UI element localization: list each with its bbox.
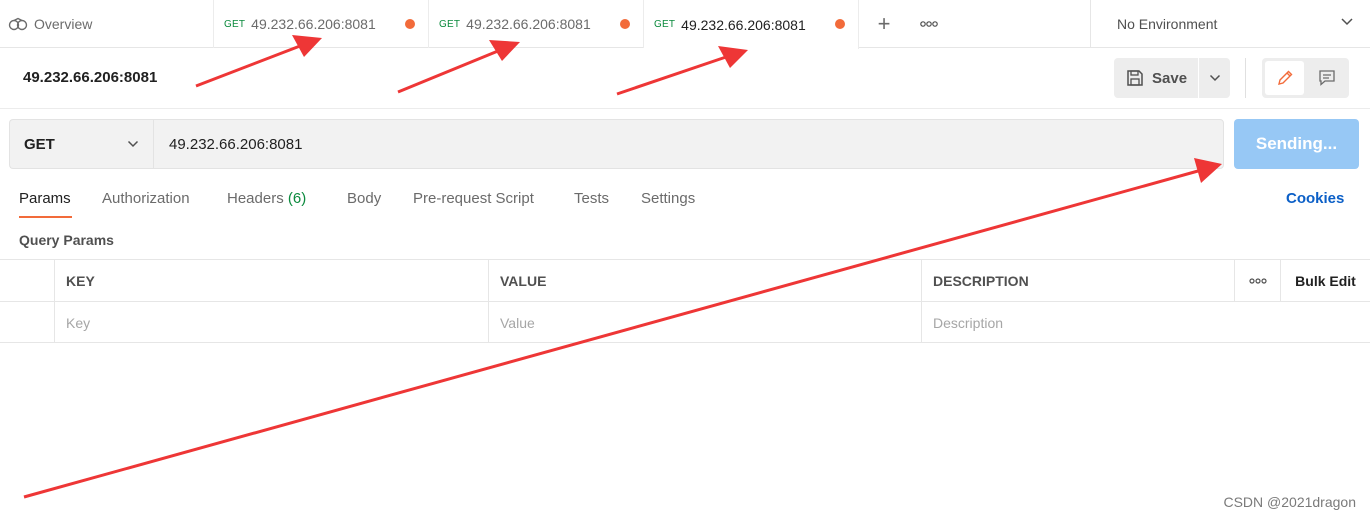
tab-headers-label: Headers [227, 190, 284, 207]
mode-toggle-group [1262, 58, 1349, 98]
edit-mode-button[interactable] [1265, 61, 1304, 95]
tab-pre-request-script[interactable]: Pre-request Script [413, 190, 534, 207]
headers-count: (6) [287, 190, 307, 207]
request-tab-3-active[interactable]: GET 49.232.66.206:8081 [644, 0, 859, 49]
tab-overview-label: Overview [34, 16, 93, 32]
column-description: DESCRIPTION [921, 260, 1234, 301]
method-value: GET [24, 135, 55, 153]
bulk-edit-button[interactable]: Bulk Edit [1280, 260, 1370, 301]
url-input[interactable]: 49.232.66.206:8081 [153, 119, 1224, 169]
request-subtabs: Params Authorization Headers (6) Body Pr… [0, 180, 1370, 220]
save-button[interactable]: Save [1114, 58, 1198, 98]
tab-tests[interactable]: Tests [574, 190, 609, 207]
tab-method: GET [224, 18, 246, 30]
query-params-title: Query Params [19, 232, 114, 248]
column-options-icon[interactable] [1234, 260, 1280, 301]
tab-bar: Overview GET 49.232.66.206:8081 GET 49.2… [0, 0, 1370, 49]
table-header-row: KEY VALUE DESCRIPTION Bulk Edit [0, 260, 1370, 302]
tab-url: 49.232.66.206:8081 [681, 16, 806, 33]
tab-headers[interactable]: Headers (6) [227, 190, 306, 207]
environment-label: No Environment [1117, 16, 1218, 32]
key-input[interactable]: Key [54, 302, 488, 343]
more-tabs-icon[interactable] [918, 0, 940, 48]
save-label: Save [1152, 69, 1188, 87]
tab-url: 49.232.66.206:8081 [251, 16, 376, 32]
tab-body[interactable]: Body [347, 190, 381, 207]
column-key: KEY [54, 260, 488, 301]
request-header: 49.232.66.206:8081 Save [0, 49, 1370, 109]
watermark: CSDN @2021dragon [1223, 494, 1356, 510]
tab-settings[interactable]: Settings [641, 190, 695, 207]
column-value: VALUE [488, 260, 921, 301]
new-tab-plus-icon[interactable]: + [874, 0, 894, 48]
save-icon [1127, 70, 1143, 86]
chevron-down-icon [127, 140, 139, 148]
save-options-button[interactable] [1199, 58, 1230, 98]
environment-selector[interactable]: No Environment [1090, 0, 1370, 48]
value-input[interactable]: Value [488, 302, 921, 343]
chevron-down-icon [1341, 18, 1353, 26]
cookies-link[interactable]: Cookies [1286, 190, 1344, 207]
request-tab-1[interactable]: GET 49.232.66.206:8081 [214, 0, 429, 48]
unsaved-dot-icon [835, 19, 845, 29]
tab-method: GET [439, 18, 461, 30]
divider [1245, 58, 1246, 98]
send-button[interactable]: Sending... [1234, 119, 1359, 169]
chevron-down-icon [1209, 74, 1220, 82]
method-select[interactable]: GET [9, 119, 153, 169]
active-tab-indicator [19, 216, 72, 218]
request-tab-2[interactable]: GET 49.232.66.206:8081 [429, 0, 644, 48]
tab-overview[interactable]: Overview [0, 0, 214, 48]
request-name[interactable]: 49.232.66.206:8081 [23, 69, 157, 86]
tab-params[interactable]: Params [19, 190, 71, 207]
pencil-icon [1277, 70, 1292, 85]
unsaved-dot-icon [620, 19, 630, 29]
comment-icon [1318, 70, 1335, 86]
tab-authorization[interactable]: Authorization [102, 190, 190, 207]
tab-method: GET [654, 19, 676, 30]
query-params-table: KEY VALUE DESCRIPTION Bulk Edit Key Valu… [0, 259, 1370, 343]
overview-icon [8, 17, 28, 31]
description-input[interactable]: Description [921, 302, 1370, 343]
unsaved-dot-icon [405, 19, 415, 29]
comments-button[interactable] [1307, 61, 1346, 95]
table-row: Key Value Description [0, 302, 1370, 344]
tab-url: 49.232.66.206:8081 [466, 16, 591, 32]
